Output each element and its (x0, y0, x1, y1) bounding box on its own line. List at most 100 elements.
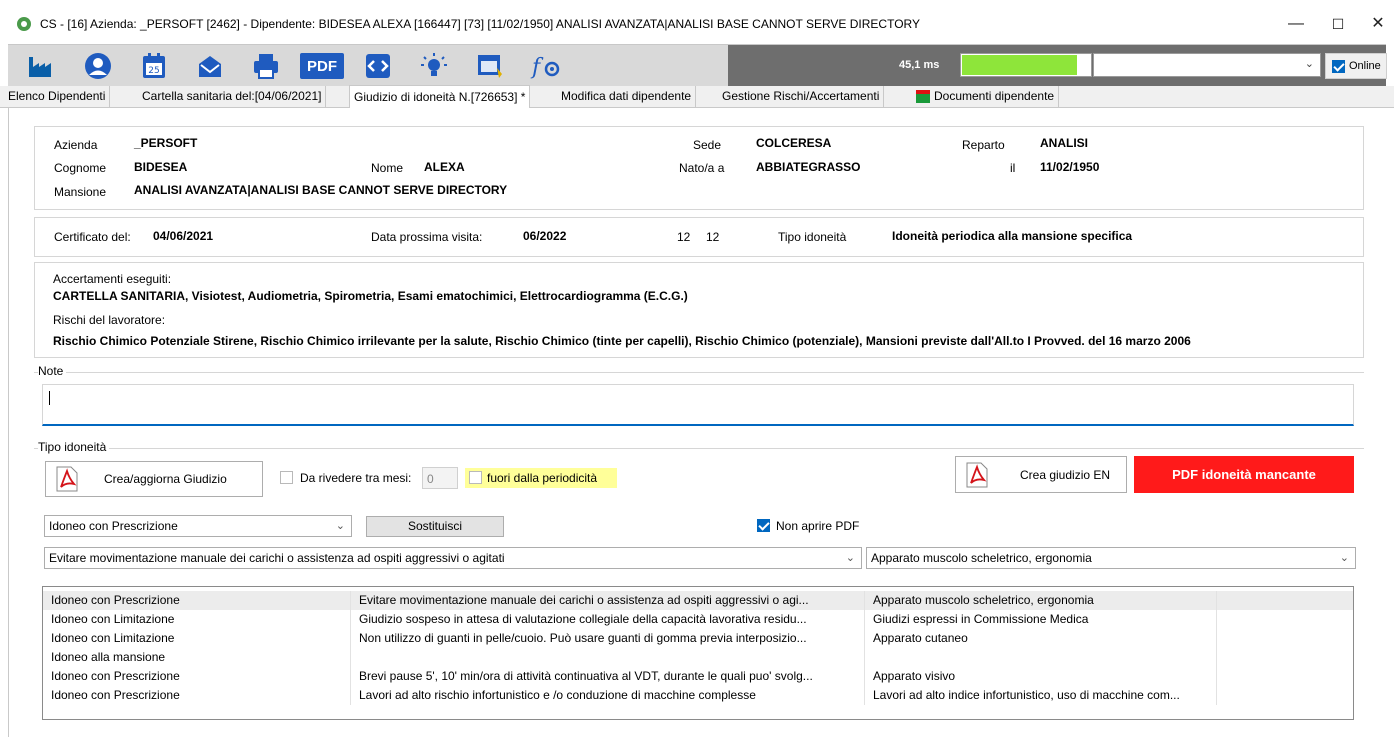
grid-cell-prescrizione: Non utilizzo di guanti in pelle/cuoio. P… (351, 629, 865, 648)
nato-label: Nato/a a (679, 161, 725, 175)
tips-button[interactable] (406, 49, 462, 83)
tab-documenti-dipendente[interactable]: Documenti dipendente (912, 86, 1060, 108)
rivedere-label: Da rivedere tra mesi: (300, 471, 412, 485)
giudizio-select[interactable]: Idoneo con Prescrizione ⌄ (44, 515, 352, 537)
tab-cartella-sanitaria[interactable]: Cartella sanitaria del:[04/06/2021] (138, 86, 327, 108)
rivedere-mesi-input[interactable]: 0 (422, 467, 458, 489)
factory-button[interactable] (14, 49, 70, 83)
grid-cell-apparato: Giudizi espressi in Commissione Medica (865, 610, 1217, 629)
factory-icon (29, 57, 51, 77)
tipo-group-line (34, 448, 1364, 449)
window-icon (478, 55, 502, 78)
function-icon: f (530, 55, 560, 80)
toolbar-combo[interactable]: ⌄ (1093, 53, 1321, 77)
crea-giudizio-button[interactable]: Crea/aggiorna Giudizio (45, 461, 263, 497)
table-row[interactable]: Idoneo con Prescrizione Lavori ad alto r… (43, 686, 1353, 705)
grid-cell-apparato: Lavori ad alto indice infortunistico, us… (865, 686, 1217, 705)
user-button[interactable] (70, 49, 126, 83)
close-button[interactable]: ✕ (1358, 10, 1394, 38)
sostituisci-button[interactable]: Sostituisci (366, 516, 504, 537)
mail-button[interactable] (182, 49, 238, 83)
online-label: Online (1349, 60, 1381, 72)
code-icon (366, 54, 390, 78)
chevron-down-icon: ⌄ (1304, 58, 1314, 70)
giudizi-grid: Idoneo con Prescrizione Evitare moviment… (42, 586, 1354, 720)
tipo-idoneita-value: Idoneità periodica alla mansione specifi… (892, 229, 1133, 243)
maximize-button[interactable]: ☐ (1318, 10, 1358, 38)
apparato-select[interactable]: Apparato muscolo scheletrico, ergonomia … (866, 547, 1356, 569)
tab-elenco-dipendenti[interactable]: Elenco Dipendenti (4, 86, 111, 108)
cognome-label: Cognome (54, 161, 107, 175)
table-row[interactable]: Idoneo alla mansione (43, 648, 1353, 667)
note-label: Note (38, 364, 67, 378)
tab-modifica-dati[interactable]: Modifica dati dipendente (557, 86, 697, 108)
sede-value: COLCERESA (756, 136, 832, 150)
code-button[interactable] (350, 49, 406, 83)
prescrizione-select[interactable]: Evitare movimentazione manuale dei caric… (44, 547, 862, 569)
text-caret (49, 391, 50, 405)
pdf-file-icon (56, 466, 78, 492)
azienda-value: _PERSOFT (134, 136, 198, 150)
table-row[interactable]: Idoneo con Prescrizione Evitare moviment… (43, 591, 1353, 610)
rivedere-checkbox[interactable] (280, 471, 293, 487)
non-aprire-pdf-checkbox[interactable] (757, 519, 770, 535)
tab-documenti-label: Documenti dipendente (934, 89, 1055, 103)
prossima-visita-value: 06/2022 (523, 229, 567, 243)
table-row[interactable]: Idoneo con Limitazione Giudizio sospeso … (43, 610, 1353, 629)
periodicity-value-1: 12 (677, 230, 691, 244)
reparto-label: Reparto (962, 138, 1005, 152)
grid-cell-giudizio: Idoneo con Prescrizione (43, 667, 351, 686)
function-button[interactable]: f (518, 49, 574, 83)
tab-giudizio-idoneita[interactable]: Giudizio di idoneità N.[726653] * (349, 85, 531, 108)
online-toggle[interactable]: Online (1325, 53, 1387, 79)
prossima-visita-label: Data prossima visita: (371, 230, 483, 244)
crea-giudizio-en-button[interactable]: Crea giudizio EN (955, 456, 1127, 493)
grid-cell-apparato: Apparato muscolo scheletrico, ergonomia (865, 591, 1217, 610)
note-input[interactable] (42, 384, 1354, 426)
sede-label: Sede (693, 138, 722, 152)
apparato-select-value: Apparato muscolo scheletrico, ergonomia (871, 551, 1092, 565)
timing-label: 45,1 ms (899, 59, 940, 71)
table-row[interactable]: Idoneo con Prescrizione Brevi pause 5', … (43, 667, 1353, 686)
accertamenti-value: CARTELLA SANITARIA, Visiotest, Audiometr… (53, 289, 688, 303)
fuori-periodicita-checkbox[interactable] (469, 471, 482, 487)
grid-cell-apparato (865, 648, 1217, 667)
pdf-mancante-status[interactable]: PDF idoneità mancante (1134, 456, 1354, 493)
certificato-label: Certificato del: (54, 230, 131, 244)
cognome-value: BIDESEA (134, 160, 188, 174)
certificato-date: 04/06/2021 (153, 229, 214, 243)
grid-cell-prescrizione: Evitare movimentazione manuale dei caric… (351, 591, 865, 610)
chevron-down-icon: ⌄ (335, 520, 345, 532)
grid-cell-apparato: Apparato visivo (865, 667, 1217, 686)
tab-bar: Elenco Dipendenti Cartella sanitaria del… (0, 85, 1394, 108)
svg-text:f: f (530, 55, 544, 80)
periodicity-value-2: 12 (706, 230, 720, 244)
mail-icon (199, 56, 221, 77)
non-aprire-pdf-label: Non aprire PDF (776, 519, 860, 533)
data-nascita-value: 11/02/1950 (1040, 160, 1100, 174)
rischi-value: Rischio Chimico Potenziale Stirene, Risc… (53, 334, 1191, 348)
lightbulb-icon (421, 53, 447, 76)
table-row[interactable]: Idoneo con Limitazione Non utilizzo di g… (43, 629, 1353, 648)
calendar-icon: 25 (143, 53, 165, 78)
calendar-button[interactable]: 25 (126, 49, 182, 83)
tab-gestione-rischi[interactable]: Gestione Rischi/Accertamenti (718, 86, 885, 108)
note-group-line (34, 372, 1364, 373)
chevron-down-icon: ⌄ (1339, 552, 1349, 564)
documents-icon (916, 90, 930, 103)
grid-cell-apparato: Apparato cutaneo (865, 629, 1217, 648)
print-button[interactable] (238, 49, 294, 83)
window-button[interactable] (462, 49, 518, 83)
pdf-button[interactable]: PDF (294, 49, 350, 83)
window-title: CS - [16] Azienda: _PERSOFT [2462] - Dip… (40, 17, 921, 31)
grid-cell-giudizio: Idoneo con Prescrizione (43, 591, 351, 610)
minimize-button[interactable]: — (1276, 10, 1316, 38)
fuori-periodicita-label: fuori dalla periodicità (487, 471, 598, 485)
grid-cell-prescrizione (351, 648, 865, 667)
reparto-value: ANALISI (1040, 136, 1088, 150)
nato-value: ABBIATEGRASSO (756, 160, 861, 174)
progress-fill (962, 55, 1077, 75)
pdf-icon: PDF (300, 53, 344, 79)
online-checkbox[interactable] (1332, 59, 1345, 73)
azienda-label: Azienda (54, 138, 98, 152)
